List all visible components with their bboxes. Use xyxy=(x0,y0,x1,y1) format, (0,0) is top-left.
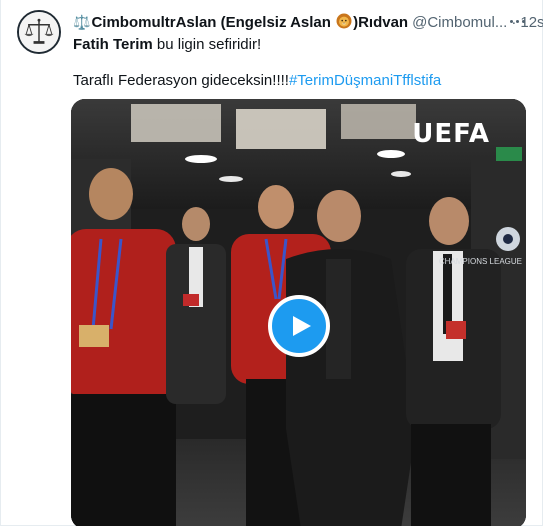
tweet-card[interactable]: ⚖️ CimbomultrAslan (Engelsiz Aslan )Rıdv… xyxy=(0,0,543,526)
text-body: Taraflı Federasyon gideceksin!!!! xyxy=(73,72,289,89)
more-options-icon[interactable] xyxy=(506,10,528,32)
video-thumbnail[interactable]: UEFA CHAMPIONS LEAGUE xyxy=(71,99,526,526)
display-name-part2: )Rıdvan xyxy=(353,14,409,31)
tweet-text-line-2: Taraflı Federasyon gideceksin!!!!#TerimD… xyxy=(73,71,441,91)
play-button[interactable] xyxy=(268,295,330,357)
lion-face-icon xyxy=(336,13,352,29)
hashtag-link[interactable]: #TerimDüşmaniTfflstifa xyxy=(289,72,441,89)
display-name[interactable]: CimbomultrAslan (Engelsiz Aslan )Rıdvan xyxy=(91,13,408,31)
tweet-header: ⚖️ CimbomultrAslan (Engelsiz Aslan )Rıdv… xyxy=(73,12,543,32)
scales-emoji-icon: ⚖️ xyxy=(73,13,91,30)
uefa-watermark: UEFA xyxy=(412,119,490,149)
display-name-part1: CimbomultrAslan (Engelsiz Aslan xyxy=(91,14,336,31)
avatar[interactable] xyxy=(17,10,61,54)
bold-name: Fatih Terim xyxy=(73,36,153,53)
user-handle[interactable]: @Cimbomul... xyxy=(412,14,507,31)
text-rest: bu ligin sefiridir! xyxy=(152,36,262,53)
play-icon xyxy=(293,316,311,336)
champions-league-text: CHAMPIONS LEAGUE xyxy=(438,257,522,266)
tweet-text-line-1: Fatih Terim bu ligin sefiridir! xyxy=(73,35,261,55)
scales-of-justice-icon xyxy=(19,12,59,52)
